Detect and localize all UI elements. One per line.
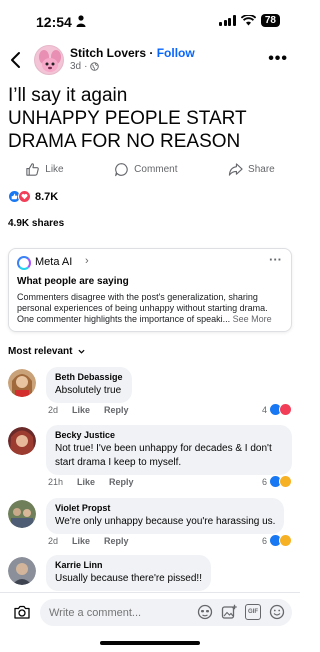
share-icon [228, 162, 243, 176]
home-indicator [100, 641, 200, 645]
comment-text: We're only unhappy because you're harass… [55, 516, 276, 527]
globe-icon [90, 62, 100, 71]
comment-icon [115, 162, 128, 176]
reactions-summary[interactable]: 8.7K [8, 190, 58, 203]
post-text-line1: I’ll say it again [8, 85, 128, 106]
meta-ai-more-icon[interactable]: ··· [269, 252, 282, 267]
commenter-name[interactable]: Violet Propst [55, 503, 275, 513]
avatar[interactable] [8, 369, 36, 397]
commenter-name[interactable]: Karrie Linn [55, 560, 202, 570]
page-avatar[interactable] [34, 45, 64, 75]
comment-like-button[interactable]: Like [77, 477, 95, 487]
post-header: Stitch Lovers · Follow 3d · ••• [0, 42, 300, 78]
comment-text: Not true! I've been unhappy for decades … [55, 443, 272, 468]
comment-item: Violet Propst We're only unhappy because… [8, 498, 292, 548]
meta-ai-heading: What people are saying [17, 276, 129, 287]
back-arrow-icon[interactable] [8, 50, 24, 70]
reaction-icons [8, 190, 31, 203]
avatar[interactable] [8, 557, 36, 585]
love-reaction-icon [279, 403, 292, 416]
gif-icon[interactable]: GIF [245, 604, 261, 620]
post-age[interactable]: 3d [70, 61, 81, 72]
chevron-down-icon [78, 349, 86, 354]
avatar[interactable] [8, 427, 36, 455]
comment-reply-button[interactable]: Reply [104, 536, 129, 546]
status-time: 12:54 [36, 14, 72, 30]
comment-meta: 2d Like Reply [48, 536, 129, 546]
comment-button[interactable]: Comment [114, 158, 178, 180]
post-meta: 3d · [70, 61, 100, 72]
person-icon [76, 15, 86, 27]
comment-meta: 2d Like Reply [48, 405, 129, 415]
see-more-link[interactable]: See More [233, 314, 272, 324]
love-reaction-icon [18, 190, 31, 203]
wifi-icon [240, 15, 256, 26]
reaction-count: 8.7K [35, 190, 59, 203]
comment-text: Absolutely true [55, 385, 122, 396]
post-text: I’ll say it again UNHAPPY PEOPLE START D… [8, 84, 292, 153]
camera-icon[interactable] [13, 603, 31, 621]
avatar[interactable] [8, 500, 36, 528]
comment-age: 2d [48, 536, 59, 546]
haha-reaction-icon [279, 534, 292, 547]
comment-reactions[interactable]: 4 [262, 403, 292, 416]
status-bar: 12:54 78 [0, 0, 300, 40]
comment-like-button[interactable]: Like [72, 405, 90, 415]
page-name[interactable]: Stitch Lovers [70, 46, 146, 60]
comment-reply-button[interactable]: Reply [109, 477, 134, 487]
comment-reactions[interactable]: 6 [262, 475, 292, 488]
like-label: Like [45, 163, 64, 175]
page-name-line: Stitch Lovers · Follow [70, 46, 195, 60]
comment-label: Comment [134, 163, 178, 175]
photo-icon[interactable] [221, 604, 237, 620]
comment-bubble[interactable]: Violet Propst We're only unhappy because… [46, 498, 285, 534]
post-actions: Like Comment Share [0, 158, 300, 180]
meta-ai-card[interactable]: Meta AI › ··· What people are saying Com… [8, 248, 292, 332]
separator: · [146, 46, 157, 60]
more-options-icon[interactable]: ••• [268, 50, 288, 68]
share-label: Share [248, 163, 275, 175]
comment-sort-dropdown[interactable]: Most relevant [8, 346, 86, 357]
status-indicators: 78 [219, 14, 280, 27]
chevron-right-icon: › [85, 255, 89, 267]
share-button[interactable]: Share [228, 158, 275, 180]
haha-reaction-icon [279, 475, 292, 488]
comment-text: Usually because there're pissed!! [55, 573, 202, 584]
sort-label: Most relevant [8, 346, 73, 357]
comment-bubble[interactable]: Becky Justice Not true! I've been unhapp… [46, 425, 292, 475]
emoji-icon[interactable] [269, 604, 285, 620]
thumbs-up-icon [26, 162, 40, 176]
comment-item: Becky Justice Not true! I've been unhapp… [8, 425, 292, 491]
meta-ai-summary: Commenters disagree with the post's gene… [17, 292, 268, 324]
comment-age: 21h [48, 477, 64, 487]
like-button[interactable]: Like [25, 158, 64, 180]
comment-item: Beth Debassige Absolutely true 2d Like R… [8, 367, 292, 417]
commenter-name[interactable]: Beth Debassige [55, 372, 123, 382]
meta-ai-summary-wrap: Commenters disagree with the post's gene… [17, 292, 287, 325]
comment-bubble[interactable]: Karrie Linn Usually because there're pis… [46, 555, 211, 591]
follow-button[interactable]: Follow [157, 46, 195, 60]
commenter-name[interactable]: Becky Justice [55, 430, 283, 440]
composer-tools: GIF [197, 604, 285, 620]
comment-item: Karrie Linn Usually because there're pis… [8, 555, 292, 591]
comment-bubble[interactable]: Beth Debassige Absolutely true [46, 367, 132, 403]
battery-indicator: 78 [260, 14, 280, 27]
avatar-sticker-icon[interactable] [197, 604, 213, 620]
comment-reaction-count: 6 [261, 476, 267, 487]
comment-reaction-count: 4 [261, 404, 267, 415]
comment-reactions[interactable]: 6 [262, 534, 292, 547]
meta-ai-logo-icon [17, 256, 31, 270]
meta-ai-label: Meta AI [35, 256, 73, 268]
stitch-avatar-image [39, 50, 61, 72]
shares-count[interactable]: 4.9K shares [8, 218, 64, 229]
comment-reply-button[interactable]: Reply [104, 405, 129, 415]
comment-age: 2d [48, 405, 59, 415]
comment-composer: GIF [0, 592, 300, 652]
comment-meta: 21h Like Reply [48, 477, 134, 487]
comment-like-button[interactable]: Like [72, 536, 90, 546]
signal-icon [219, 15, 236, 26]
post-text-line2: UNHAPPY PEOPLE START DRAMA FOR NO REASON [8, 108, 247, 152]
comment-reaction-count: 6 [261, 535, 267, 546]
